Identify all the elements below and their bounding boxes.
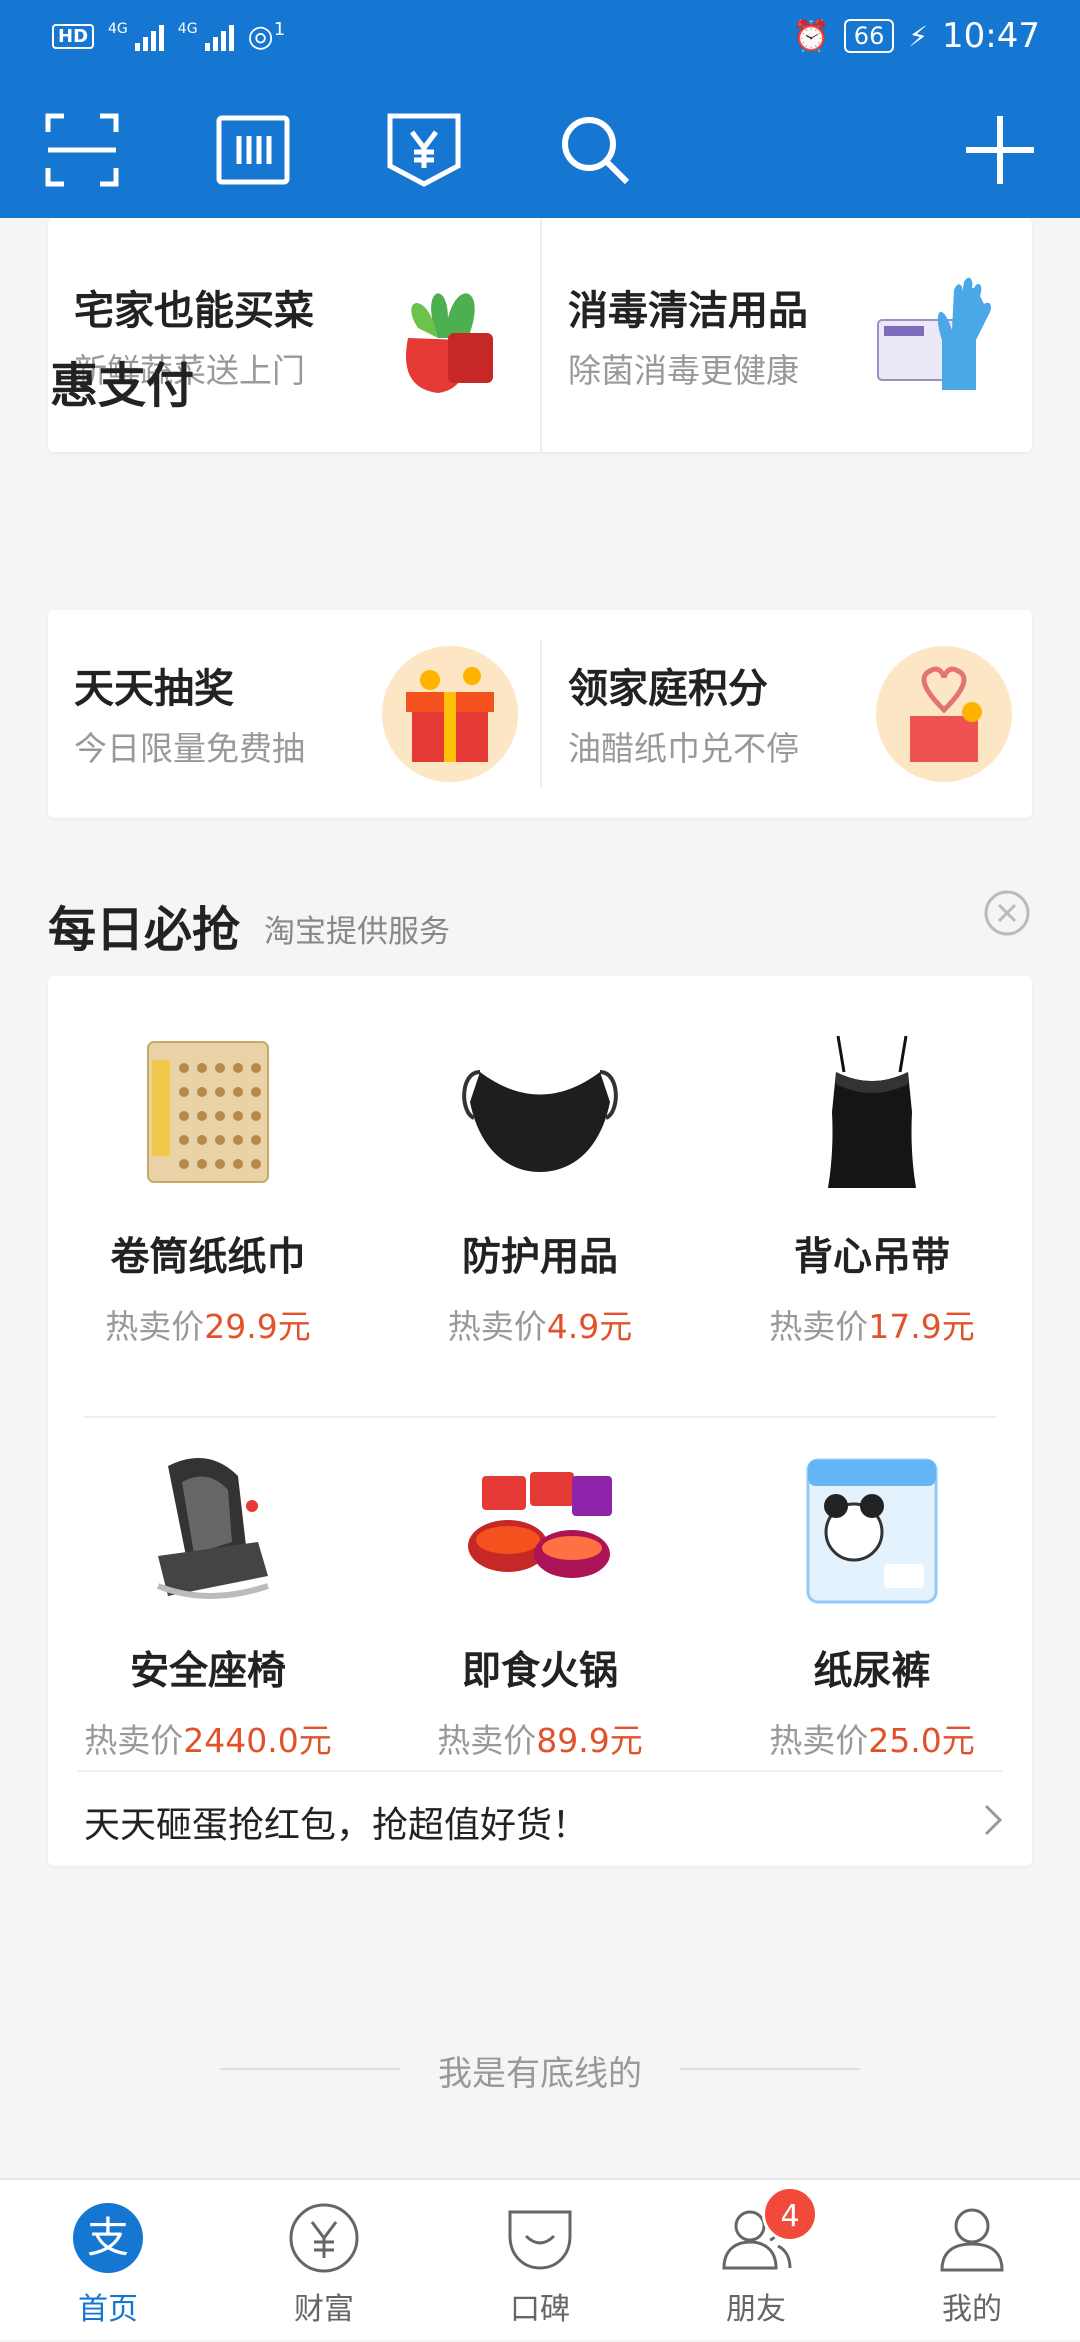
bottom-tab-bar: 支 首页 财富 口碑 4 朋友 我的: [0, 2178, 1080, 2340]
notification-badge: 4: [762, 2186, 818, 2242]
product-price: 热卖价25.0元: [769, 1721, 975, 1760]
scan-icon[interactable]: [42, 110, 122, 190]
chevron-right-icon: [978, 1800, 1008, 1840]
product-name: 即食火锅: [461, 1649, 618, 1694]
product-name: 防护用品: [461, 1235, 618, 1280]
face-mask-image: [460, 1032, 620, 1192]
profile-icon: [936, 2202, 1008, 2274]
huipay-family-points[interactable]: 领家庭积分 油醋纸巾兑不停: [542, 610, 1034, 818]
add-icon[interactable]: [960, 110, 1040, 190]
svg-text:支: 支: [87, 2213, 129, 2262]
section-title-huipay: 惠支付: [50, 358, 195, 414]
diaper-pack-image: [792, 1446, 952, 1606]
promo-groceries[interactable]: 宅家也能买菜 新鲜蔬菜送上门: [48, 218, 540, 452]
heart-gift-icon: [876, 646, 1012, 782]
camisole-image: [792, 1032, 952, 1192]
status-bar: HD 4G 4G ◎1 ⏰ 66 ⚡ 10:47: [0, 0, 1080, 72]
product-price: 热卖价4.9元: [447, 1307, 633, 1346]
signal-icon-2: 4G: [178, 21, 234, 51]
battery-indicator: 66: [843, 19, 895, 53]
tissue-roll-image: [128, 1032, 288, 1192]
signal-icon: 4G: [108, 21, 164, 51]
product-item[interactable]: 背心吊带 热卖价17.9元: [712, 1032, 1032, 1348]
tab-friends[interactable]: 4 朋友: [648, 2180, 864, 2342]
car-seat-image: [128, 1446, 288, 1606]
tab-profile[interactable]: 我的: [864, 2180, 1080, 2342]
alipay-logo-icon: 支: [72, 2202, 144, 2274]
divider: [84, 1416, 996, 1418]
hotspot-icon: ◎1: [247, 18, 286, 54]
divider: [680, 2068, 860, 2070]
wealth-icon: [288, 2202, 360, 2274]
gift-box-icon: [382, 646, 518, 782]
product-name: 背心吊带: [793, 1235, 950, 1280]
product-item[interactable]: 安全座椅 热卖价2440.0元: [48, 1446, 368, 1762]
payment-code-icon[interactable]: [213, 110, 293, 190]
tab-koubei[interactable]: 口碑: [432, 2180, 648, 2342]
product-item[interactable]: 纸尿裤 热卖价25.0元: [712, 1446, 1032, 1762]
product-price: 热卖价89.9元: [437, 1721, 643, 1760]
bottom-line-text: 我是有底线的: [438, 2054, 642, 2094]
product-name: 卷筒纸纸巾: [110, 1235, 306, 1280]
hot-pot-image: [460, 1446, 620, 1606]
home-feed: 宅家也能买菜 新鲜蔬菜送上门 消毒清洁用品 除菌消毒更健康 惠支付 天天抽奖 今…: [0, 218, 1080, 2178]
product-item[interactable]: 防护用品 热卖价4.9元: [380, 1032, 700, 1348]
search-icon[interactable]: [555, 110, 635, 190]
clock: 10:47: [942, 16, 1040, 56]
receive-money-icon[interactable]: [384, 110, 464, 190]
product-price: 热卖价17.9元: [769, 1307, 975, 1346]
product-name: 纸尿裤: [813, 1649, 931, 1694]
daily-deals-title: 每日必抢: [48, 902, 241, 958]
product-name: 安全座椅: [129, 1649, 286, 1694]
product-price: 热卖价29.9元: [105, 1307, 311, 1346]
app-header: HD 4G 4G ◎1 ⏰ 66 ⚡ 10:47: [0, 0, 1080, 218]
tab-home[interactable]: 支 首页: [0, 2180, 216, 2342]
promo-card-top: 宅家也能买菜 新鲜蔬菜送上门 消毒清洁用品 除菌消毒更健康: [48, 218, 1032, 452]
promo-cleaning[interactable]: 消毒清洁用品 除菌消毒更健康: [542, 218, 1034, 452]
huipay-card: 天天抽奖 今日限量免费抽 领家庭积分 油醋纸巾兑不停: [48, 610, 1032, 818]
koubei-icon: [504, 2202, 576, 2274]
daily-deals-provider: 淘宝提供服务: [264, 914, 450, 950]
product-item[interactable]: 即食火锅 热卖价89.9元: [380, 1446, 700, 1762]
alarm-icon: ⏰: [792, 18, 830, 54]
hd-indicator: HD: [52, 23, 95, 49]
egg-smash-text: 天天砸蛋抢红包，抢超值好货！: [84, 1805, 589, 1846]
product-price: 热卖价2440.0元: [84, 1721, 332, 1760]
huipay-lottery[interactable]: 天天抽奖 今日限量免费抽: [48, 610, 540, 818]
product-item[interactable]: 卷筒纸纸巾 热卖价29.9元: [48, 1032, 368, 1348]
tab-wealth[interactable]: 财富: [216, 2180, 432, 2342]
charging-icon: ⚡: [908, 19, 929, 53]
vegetables-image: [378, 268, 508, 398]
daily-deals-card: 卷筒纸纸巾 热卖价29.9元 防护用品 热卖价4.9元 背心吊带 热卖价17.9…: [48, 976, 1032, 1866]
gloves-image: [872, 270, 1002, 400]
top-toolbar: [0, 90, 1080, 200]
close-icon[interactable]: [984, 890, 1030, 936]
egg-smash-link[interactable]: 天天砸蛋抢红包，抢超值好货！: [48, 1772, 1032, 1866]
